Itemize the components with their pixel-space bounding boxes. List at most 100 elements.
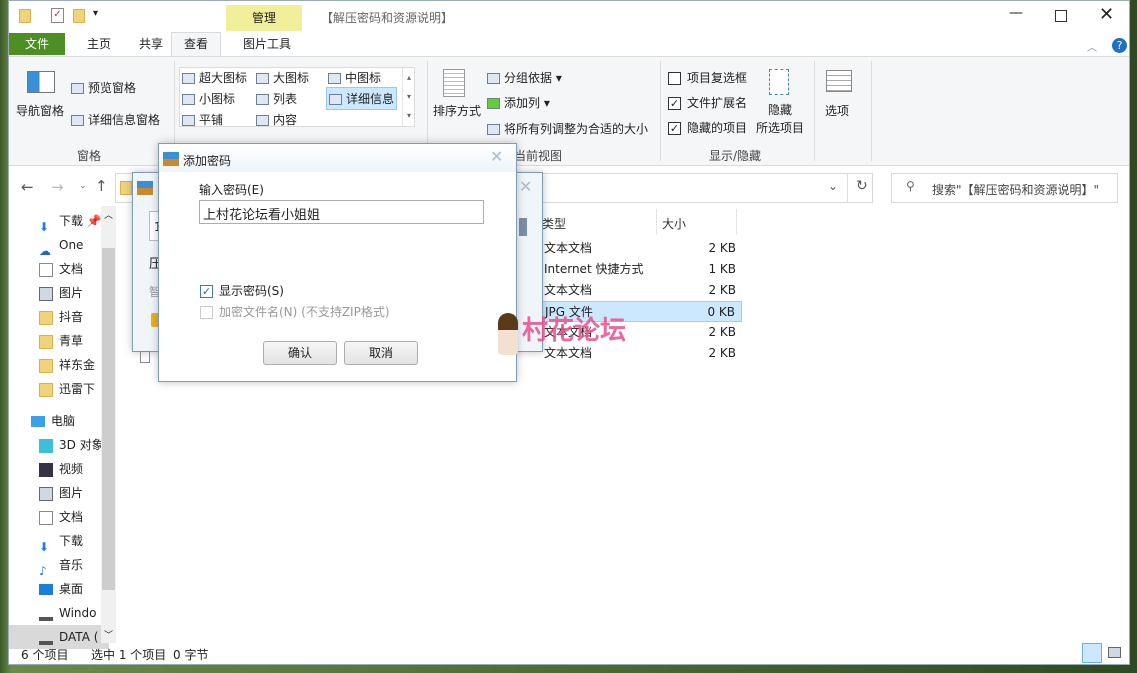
encrypt-filenames-checkbox[interactable]: 加密文件名(N) (不支持ZIP格式) [200, 303, 390, 320]
nav-label: Windo [59, 606, 97, 620]
nav-pane-button[interactable]: 导航窗格 [16, 102, 64, 119]
tiles-icon [182, 115, 195, 126]
nav-item-windows-drive[interactable]: Windo [39, 601, 109, 625]
file-row[interactable]: 文本文档 2 KB [542, 280, 742, 301]
divider [656, 209, 657, 235]
nav-item-folder[interactable]: 迅雷下 [39, 377, 109, 401]
search-box[interactable]: ⚲ 搜索"【解压密码和资源说明】" [891, 173, 1118, 203]
nav-item-downloads[interactable]: ⬇ 下载 [39, 529, 109, 553]
ok-button[interactable]: 确认 [263, 341, 337, 365]
nav-item-folder[interactable]: 抖音 [39, 305, 109, 329]
details-pane-button[interactable]: 详细信息窗格 [71, 111, 160, 128]
sort-icon [443, 69, 465, 97]
properties-icon[interactable]: ✓ [51, 8, 64, 23]
minimize-button[interactable]: — [1009, 5, 1023, 21]
preview-pane-icon [71, 83, 84, 94]
nav-item-pictures[interactable]: 图片 [39, 481, 109, 505]
layout-tiles[interactable]: 平铺 [182, 111, 223, 128]
layout-list[interactable]: 列表 [256, 90, 297, 107]
nav-item-downloads[interactable]: ⬇ 下载 📌 [39, 209, 109, 233]
up-button[interactable]: ↑ [95, 177, 108, 195]
close-button[interactable]: ✕ [519, 177, 532, 196]
file-row[interactable]: Internet 快捷方式 1 KB [542, 259, 742, 280]
checkbox-checked[interactable]: ✓ [668, 122, 681, 135]
checkbox[interactable] [200, 306, 213, 319]
nav-item-this-pc[interactable]: 电脑 [31, 409, 101, 433]
gallery-scroll[interactable]: ▴ ▾ ▾ [402, 68, 415, 126]
close-button[interactable]: ✕ [1099, 4, 1114, 25]
column-header-size[interactable]: 大小 [662, 215, 686, 232]
layout-large[interactable]: 大图标 [256, 69, 309, 86]
layout-medium[interactable]: 中图标 [328, 69, 381, 86]
nav-item-documents[interactable]: 文档 [39, 257, 109, 281]
preview-pane-button[interactable]: 预览窗格 [71, 79, 136, 96]
watermark-girl-icon [498, 313, 518, 355]
item-checkboxes-toggle[interactable]: 项目复选框 [668, 69, 747, 86]
nav-item-documents[interactable]: 文档 [39, 505, 109, 529]
fit-columns-icon [487, 124, 500, 135]
desktop-icon [39, 584, 53, 595]
column-header-type[interactable]: 类型 [542, 215, 566, 232]
group-label-current-view: 当前视图 [514, 149, 563, 163]
dialog-title: 添加密码 [183, 154, 232, 168]
layout-details[interactable]: 详细信息 [326, 87, 398, 110]
details-view-button[interactable] [1082, 643, 1102, 663]
new-folder-icon[interactable] [73, 9, 85, 23]
cancel-button[interactable]: 取消 [344, 341, 418, 365]
file-extensions-toggle[interactable]: ✓ 文件扩展名 [668, 94, 747, 111]
group-by-button[interactable]: 分组依据 ▾ [487, 69, 562, 86]
recent-locations-chevron-icon[interactable]: ⌄ [79, 181, 87, 191]
nav-item-folder[interactable]: 祥东金 [39, 353, 109, 377]
nav-item-3d[interactable]: 3D 对象 [39, 433, 109, 457]
dialog-title-bar: 添加密码 ✕ [159, 144, 516, 172]
password-input[interactable]: 上村花论坛看小姐姐 [199, 200, 484, 224]
folder-icon[interactable] [19, 9, 31, 23]
fit-columns-button[interactable]: 将所有列调整为合适的大小 [487, 120, 648, 137]
tab-home[interactable]: 主页 [75, 33, 123, 55]
checkbox-checked[interactable]: ✓ [200, 285, 213, 298]
winrar-icon [137, 181, 153, 195]
scrollbar-thumb[interactable] [102, 248, 115, 590]
dialog-close-button[interactable]: ✕ [490, 147, 503, 166]
nav-label: 文档 [59, 510, 84, 524]
options-button[interactable]: 选项 [825, 102, 849, 119]
layout-content[interactable]: 内容 [256, 111, 297, 128]
nav-item-music[interactable]: ♪ 音乐 [39, 553, 109, 577]
layout-extra-large[interactable]: 超大图标 [182, 69, 247, 86]
checkbox[interactable] [668, 72, 681, 85]
nav-scrollbar[interactable]: ︿ ﹀ [101, 206, 116, 643]
customize-toolbar-chevron-icon[interactable]: ▾ [93, 8, 98, 19]
show-password-checkbox[interactable]: ✓ 显示密码(S) [200, 282, 284, 299]
nav-item-desktop[interactable]: 桌面 [39, 577, 109, 601]
file-row[interactable]: 文本文档 2 KB [542, 238, 742, 259]
nav-item-onedrive[interactable]: ☁ One [39, 233, 109, 257]
layout-small[interactable]: 小图标 [182, 90, 235, 107]
forward-button[interactable]: → [51, 178, 64, 196]
checkbox-checked[interactable]: ✓ [668, 97, 681, 110]
hidden-items-toggle[interactable]: ✓ 隐藏的项目 [668, 119, 747, 136]
title-bar: ✓ ▾ 管理 【解压密码和资源说明】 — ✕ [9, 1, 1129, 31]
tab-picture-tools[interactable]: 图片工具 [229, 33, 305, 55]
maximize-button[interactable] [1055, 10, 1067, 22]
hide-selected-button[interactable]: 隐藏 所选项目 [756, 101, 804, 137]
add-column-button[interactable]: 添加列 ▾ [487, 94, 550, 111]
address-dropdown-chevron-icon[interactable]: ⌄ [828, 179, 838, 193]
scroll-down-icon[interactable]: ﹀ [104, 628, 113, 641]
nav-item-pictures[interactable]: 图片 [39, 281, 109, 305]
options-icon [826, 70, 852, 92]
tab-view[interactable]: 查看 [171, 32, 222, 57]
search-input[interactable]: 搜索"【解压密码和资源说明】" [932, 181, 1099, 198]
scroll-up-icon[interactable]: ︿ [104, 208, 113, 221]
help-icon[interactable]: ? [1112, 38, 1127, 53]
back-button[interactable]: ← [21, 178, 34, 196]
collapse-ribbon-icon[interactable]: ︿ [1087, 39, 1097, 54]
nav-item-videos[interactable]: 视频 [39, 457, 109, 481]
tab-share[interactable]: 共享 [127, 33, 175, 55]
nav-label: 视频 [59, 462, 84, 476]
context-tab-manage[interactable]: 管理 [226, 5, 302, 31]
sort-by-button[interactable]: 排序方式 [433, 102, 481, 119]
nav-item-folder[interactable]: 青草 [39, 329, 109, 353]
large-icons-view-button[interactable] [1108, 647, 1121, 658]
tab-file[interactable]: 文件 [9, 33, 65, 55]
refresh-button[interactable]: ↻ [856, 178, 868, 194]
